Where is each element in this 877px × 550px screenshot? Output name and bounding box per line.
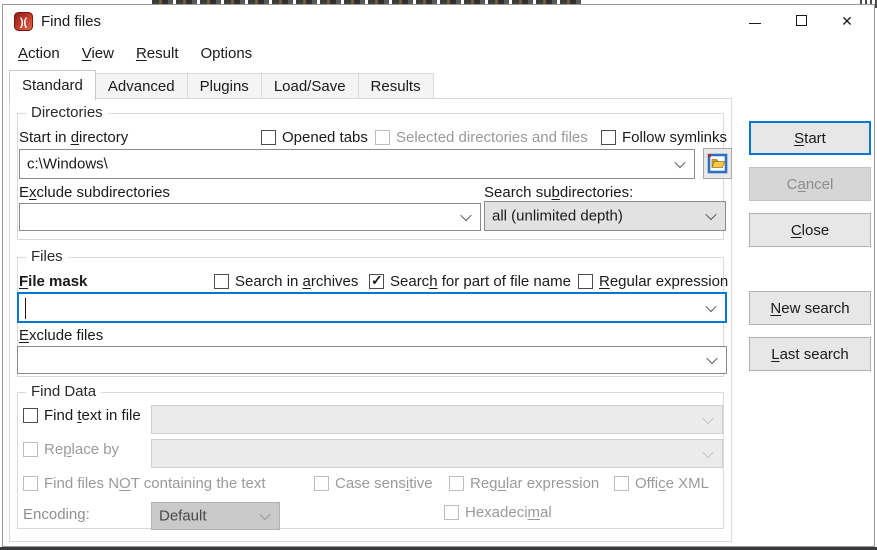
encoding-label: Encoding: [23,506,90,523]
search-subdirectories-label: Search subdirectories: [484,184,634,201]
chevron-down-icon[interactable] [706,352,718,365]
tab-results[interactable]: Results [358,73,434,99]
find-text-in-file-checkbox[interactable]: Find text in file [23,407,141,424]
browse-directory-button[interactable] [703,148,732,179]
menu-view[interactable]: View [71,43,125,67]
checkbox-box-icon[interactable] [261,130,276,145]
checkbox-box-icon[interactable] [23,408,38,423]
exclude-subdirectories-label: Exclude subdirectories [19,184,170,201]
start-button[interactable]: Start [749,121,871,155]
regular-expression-files-checkbox[interactable]: Regular expression [578,273,728,290]
cancel-button: Ca ncel [749,167,871,201]
checkbox-box-icon[interactable] [214,274,229,289]
exclude-files-label: Exclude files [19,327,104,344]
file-mask-combobox[interactable] [17,292,727,323]
close-search-button[interactable]: Close [749,213,871,247]
checkbox-box-icon[interactable] [369,272,384,289]
files-group-legend: Files [26,248,68,265]
chevron-down-icon [259,508,271,521]
app-logo-icon: )( [14,12,33,31]
directories-group-legend: Directories [26,104,108,121]
minimize-button[interactable] [732,5,778,36]
maximize-button[interactable] [778,5,824,36]
hexadecimal-checkbox: Hexadecimal [444,504,552,521]
checkbox-box-icon [23,442,38,457]
tab-load-save[interactable]: Load/Save [261,73,359,99]
regular-expression-text-checkbox: Regular expression [449,475,599,492]
checkbox-box-icon[interactable] [601,130,616,145]
checkbox-box-icon [375,130,390,145]
minimize-icon [749,23,761,24]
checkbox-box-icon [314,476,329,491]
tab-plugins[interactable]: Plugins [187,73,262,99]
chevron-down-icon [702,446,714,458]
find-text-combobox [151,405,723,434]
menu-options[interactable]: Options [189,43,263,67]
checkbox-box-icon[interactable] [578,274,593,289]
file-mask-label: File mask [19,273,88,290]
follow-symlinks-checkbox[interactable]: Follow symlinks [601,129,727,146]
chevron-down-icon[interactable] [460,209,472,222]
window-title: Find files [41,13,102,30]
screen: )( Find files ✕ Action View Result Optio… [0,0,877,550]
find-files-dialog: )( Find files ✕ Action View Result Optio… [2,4,875,547]
checkbox-box-icon [444,505,459,520]
checkbox-box-icon [23,476,38,491]
title-bar[interactable]: )( Find files ✕ [3,5,874,39]
tab-standard[interactable]: Standard [9,70,96,100]
start-directory-combobox[interactable]: c:\Windows\ [19,149,695,179]
menu-bar: Action View Result Options [7,43,263,67]
maximize-icon [795,15,807,26]
start-in-directory-label: Start in directory [19,129,129,146]
replace-by-checkbox: Replace by [23,441,119,458]
office-xml-checkbox: Office XML [614,475,709,492]
close-icon: ✕ [841,12,853,29]
checkbox-box-icon [449,476,464,491]
search-in-archives-checkbox[interactable]: Search in archives [214,273,358,290]
folder-icon [707,153,728,174]
checkbox-box-icon [614,476,629,491]
exclude-subdirectories-combobox[interactable] [19,203,481,231]
menu-result[interactable]: Result [125,43,190,67]
replace-by-combobox [151,439,723,468]
find-data-group-legend: Find Data [26,383,102,400]
tab-advanced[interactable]: Advanced [95,73,188,99]
exclude-files-combobox[interactable] [17,346,727,374]
new-search-button[interactable]: New search [749,291,871,325]
chevron-down-icon [702,412,714,424]
last-search-button[interactable]: Last search [749,337,871,371]
svg-text:)(: )( [20,17,28,29]
tab-strip: Standard Advanced Plugins Load/Save Resu… [9,69,434,100]
chevron-down-icon[interactable] [705,208,717,221]
text-caret [25,298,26,319]
search-part-of-name-checkbox[interactable]: Search for part of file name [369,272,571,290]
encoding-value: Default [159,507,207,525]
encoding-dropdown: Default [151,502,280,530]
search-subdirectories-dropdown[interactable]: all (unlimited depth) [484,201,726,231]
start-directory-value: c:\Windows\ [27,155,108,173]
opened-tabs-checkbox[interactable]: Opened tabs [261,129,368,146]
case-sensitive-checkbox: Case sensitive [314,475,433,492]
not-containing-text-checkbox: Find files NOT containing the text [23,475,266,492]
search-subdirectories-value: all (unlimited depth) [492,207,623,225]
chevron-down-icon[interactable] [705,300,717,312]
menu-action[interactable]: Action [7,43,71,67]
selected-directories-checkbox: Selected directories and files [375,129,588,146]
chevron-down-icon[interactable] [674,156,686,169]
close-button[interactable]: ✕ [824,5,870,36]
